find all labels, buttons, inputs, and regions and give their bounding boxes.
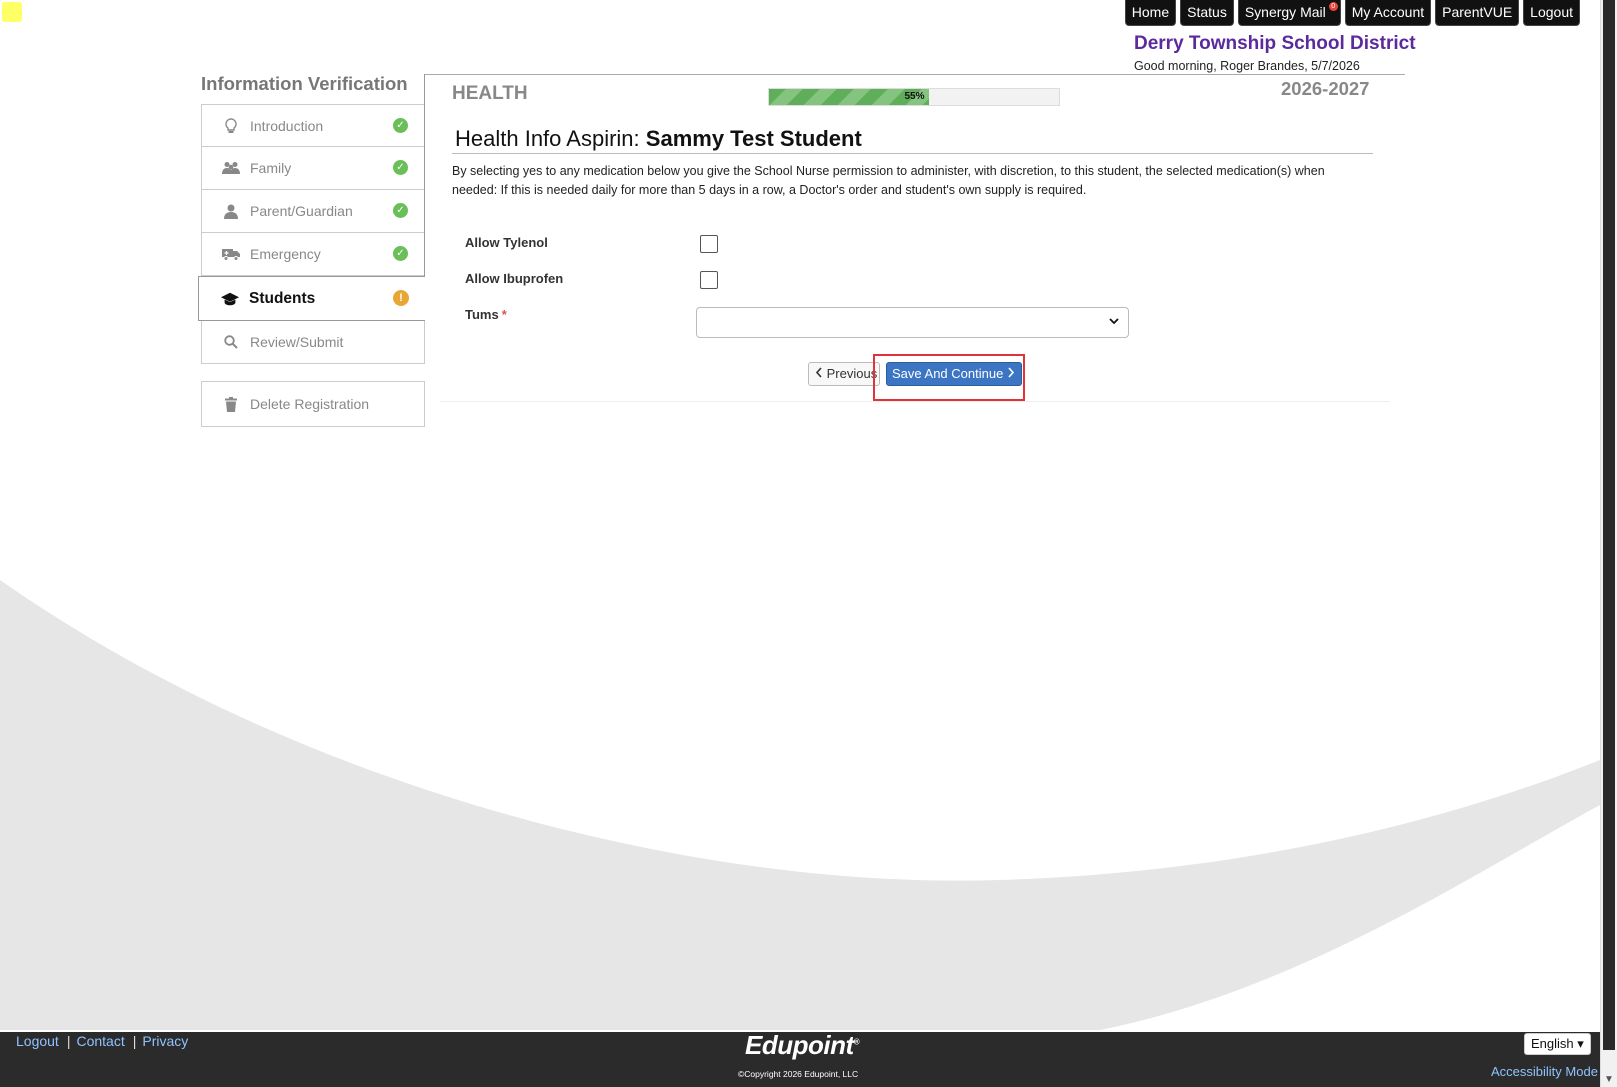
caret-down-icon: ▾ [1577,1036,1584,1051]
mail-count-badge: 0 [1328,2,1338,11]
chevron-down-icon [1109,316,1119,328]
tums-label-text: Tums [465,307,499,322]
allow-tylenol-checkbox[interactable] [700,235,718,253]
sidebar-item-family[interactable]: Family ✓ [201,147,425,190]
ambulance-icon [222,245,240,263]
nav-logout-label: Logout [1530,4,1573,20]
delete-registration-button[interactable]: Delete Registration [201,381,425,427]
school-year: 2026-2027 [1281,78,1370,99]
complete-check-icon: ✓ [393,246,408,261]
scroll-down-arrow-icon[interactable]: ▼ [1604,1075,1614,1085]
chevron-left-icon [815,366,827,381]
language-value: English [1531,1036,1574,1051]
nav-my-account-button[interactable]: My Account [1344,0,1432,26]
user-icon [222,202,240,220]
student-name: Sammy Test Student [645,126,862,151]
lightbulb-icon [222,117,240,135]
top-nav: Home Status Synergy Mail 0 My Account Par… [1124,0,1580,26]
complete-check-icon: ✓ [393,118,408,133]
allow-ibuprofen-label: Allow Ibuprofen [465,271,564,286]
nav-status-label: Status [1187,4,1227,20]
title-divider [452,153,1373,154]
language-select[interactable]: English ▾ [1524,1033,1591,1055]
greeting-text: Good morning, Roger Brandes, 5/7/2026 [1134,59,1360,73]
allow-ibuprofen-checkbox[interactable] [700,271,718,289]
sidebar-item-label: Review/Submit [250,334,344,350]
browser-marker [2,2,22,22]
sidebar-item-introduction[interactable]: Introduction ✓ [201,104,425,147]
sidebar-item-parent-guardian[interactable]: Parent/Guardian ✓ [201,190,425,233]
nav-status-button[interactable]: Status [1180,0,1234,26]
scrollbar[interactable]: ▼ [1600,0,1617,1087]
save-button-label: Save And Continue [892,366,1004,381]
main-panel-top-border [424,74,1405,75]
nav-parentvue-label: ParentVUE [1442,4,1513,20]
tums-select[interactable] [696,307,1129,338]
complete-check-icon: ✓ [393,203,408,218]
form-title: Health Info Aspirin: Sammy Test Student [455,126,862,152]
section-title: HEALTH [452,83,528,104]
sidebar-title: Information Verification [201,73,408,94]
chevron-right-icon [1007,366,1015,381]
complete-check-icon: ✓ [393,160,408,175]
sidebar-item-label: Introduction [250,117,324,134]
save-and-continue-button[interactable]: Save And Continue [886,362,1022,386]
sidebar-item-emergency[interactable]: Emergency ✓ [201,233,425,276]
sidebar-item-label: Parent/Guardian [250,203,353,219]
medication-description: By selecting yes to any medication below… [452,164,1325,197]
sidebar-item-label: Family [250,160,292,176]
form-title-prefix: Health Info Aspirin: [455,126,640,151]
sidebar-item-review-submit[interactable]: Review/Submit [201,321,425,364]
graduation-cap-icon [221,290,239,308]
footer-contact-link[interactable]: Contact [76,1033,124,1049]
footer-privacy-link[interactable]: Privacy [142,1033,188,1049]
footer-links: Logout | Contact | Privacy [16,1033,188,1049]
nav-my-account-label: My Account [1351,4,1425,20]
nav-synergy-mail-label: Synergy Mail [1244,4,1326,20]
search-icon [222,333,240,351]
previous-button-label: Previous [826,366,878,381]
users-icon [222,159,240,177]
nav-home-label: Home [1131,4,1170,20]
sidebar-item-label: Students [249,289,316,307]
nav-synergy-mail-button[interactable]: Synergy Mail 0 [1237,0,1341,26]
nav-home-button[interactable]: Home [1124,0,1177,26]
footer-separator: | [132,1033,137,1049]
previous-button[interactable]: Previous [808,362,880,386]
required-asterisk: * [501,307,507,322]
brand-text: Edupoint [745,1030,854,1060]
footer-logout-link[interactable]: Logout [16,1033,59,1049]
copyright-text: ©Copyright 2026 Edupoint, LLC [738,1069,859,1079]
district-header: Derry Township School District Good morn… [1134,33,1416,73]
progress-label: 55% [904,91,925,102]
footer-separator: | [66,1033,71,1049]
progress-bar: 55% [768,88,1060,106]
sidebar-item-students[interactable]: Students ! [198,276,425,321]
accessibility-mode-link[interactable]: Accessibility Mode [1491,1064,1598,1079]
sidebar-item-label: Emergency [250,246,321,262]
main-panel-bottom-line [440,401,1390,402]
tums-label: Tums * [465,307,507,322]
nav-parentvue-button[interactable]: ParentVUE [1435,0,1520,26]
trash-icon [222,395,240,413]
nav-logout-button[interactable]: Logout [1523,0,1580,26]
main-panel-left-border [424,74,425,277]
warning-icon: ! [393,290,409,306]
edupoint-logo: Edupoint® [745,1030,860,1061]
scrollbar-thumb[interactable] [1603,0,1615,1050]
background-swoosh [0,580,1600,1030]
registered-mark: ® [853,1037,860,1047]
district-name: Derry Township School District [1134,33,1416,54]
delete-registration-label: Delete Registration [250,396,370,412]
sidebar: Introduction ✓ Family ✓ Parent/Guardian … [198,104,425,427]
allow-tylenol-label: Allow Tylenol [465,235,548,250]
